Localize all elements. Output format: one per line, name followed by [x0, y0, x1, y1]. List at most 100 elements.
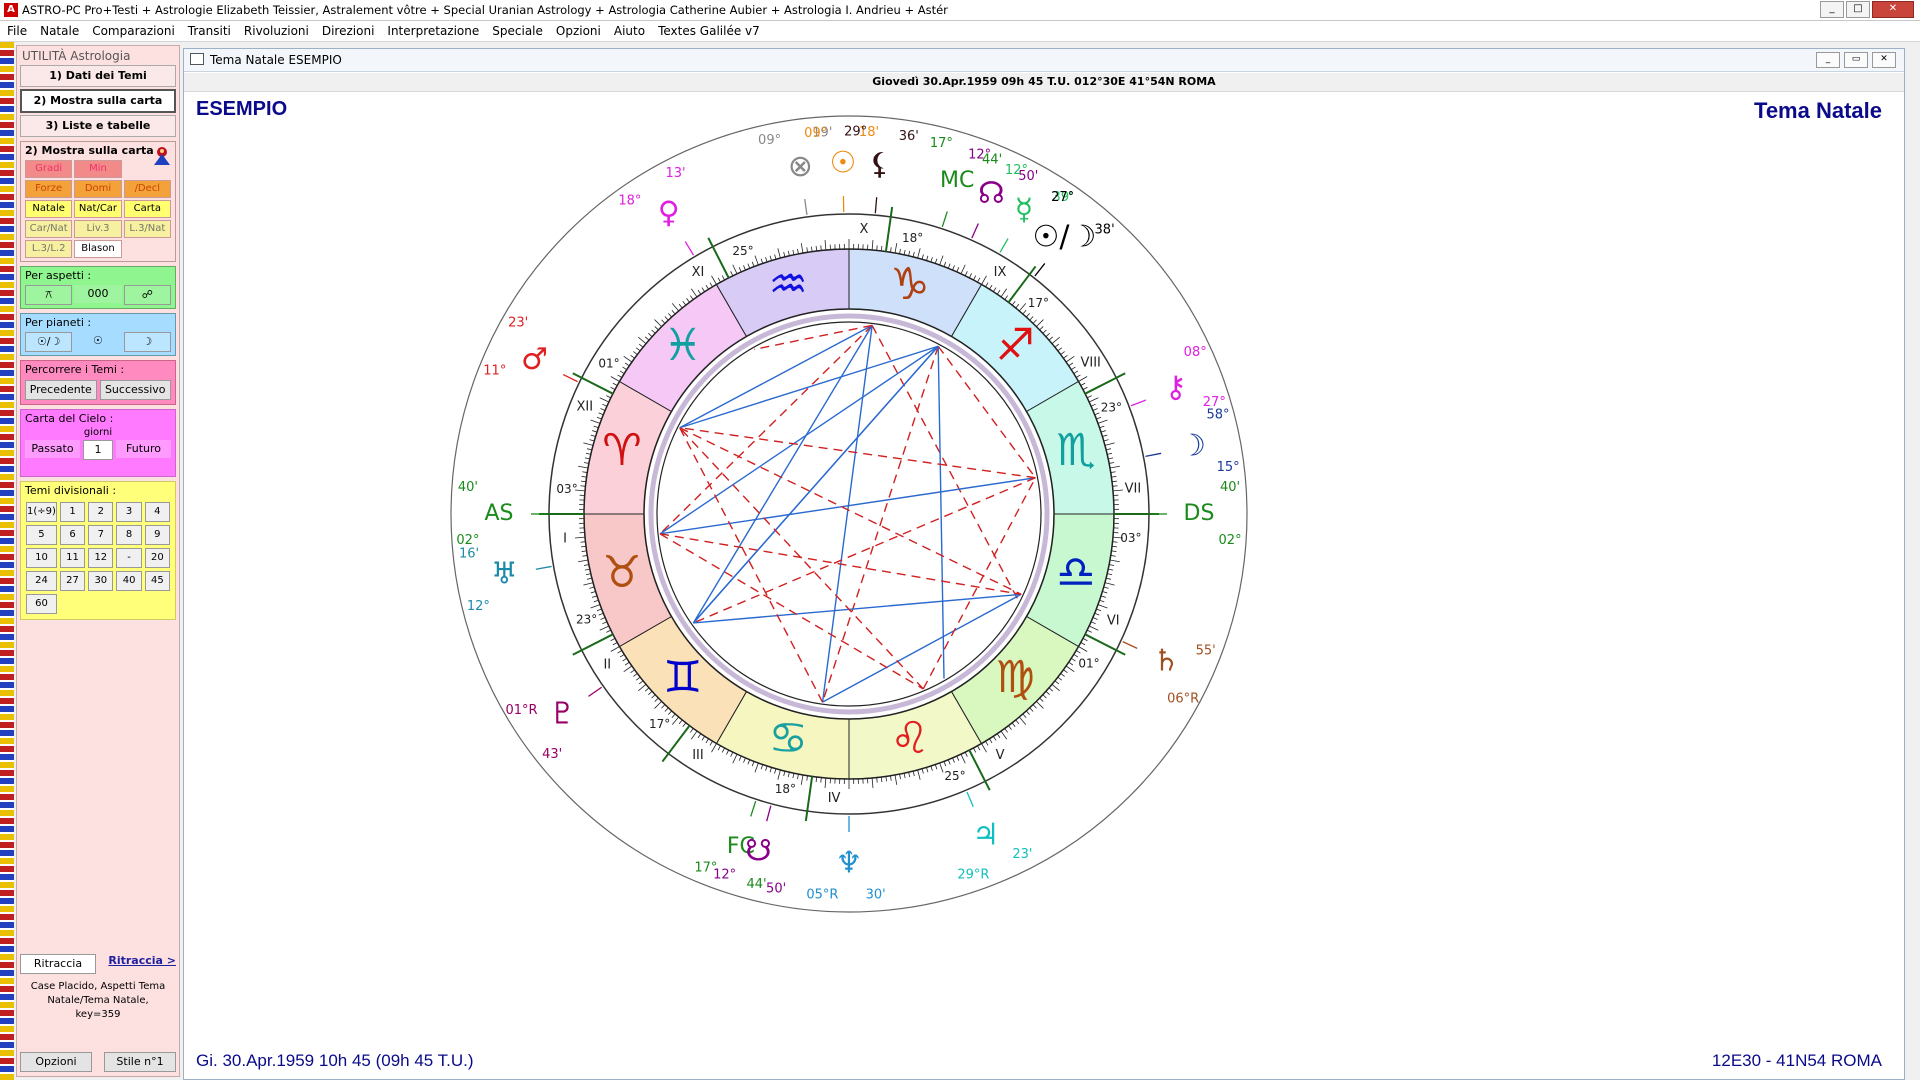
planet-pointer: [966, 791, 974, 807]
planet-sun-moon-button[interactable]: ☉/☽: [25, 332, 73, 352]
chart-restore-button[interactable]: ▭: [1844, 52, 1868, 68]
divisional-button[interactable]: 1: [59, 502, 86, 522]
planet-glyph: ♀: [658, 195, 680, 230]
close-button[interactable]: ✕: [1872, 1, 1914, 18]
show-option-button[interactable]: Natale: [25, 200, 73, 218]
menu-textes-galilee[interactable]: Textes Galilée v7: [658, 24, 760, 38]
planet-glyph: DS: [1184, 501, 1215, 526]
divisional-button[interactable]: 7: [88, 525, 114, 545]
show-option-button[interactable]: Forze: [25, 180, 73, 198]
show-option-button[interactable]: L.3/L.2: [25, 240, 73, 258]
nav-dati-temi[interactable]: 1) Dati dei Temi: [20, 65, 176, 87]
menu-opzioni[interactable]: Opzioni: [556, 24, 601, 38]
nav-mostra-carta[interactable]: 2) Mostra sulla carta: [20, 89, 176, 113]
chart-minimize-button[interactable]: _: [1816, 52, 1840, 68]
menu-rivoluzioni[interactable]: Rivoluzioni: [244, 24, 309, 38]
aspect-none-button[interactable]: 000: [74, 285, 122, 303]
menu-natale[interactable]: Natale: [40, 24, 79, 38]
divisional-button[interactable]: 1(÷9): [26, 502, 57, 522]
menu-transiti[interactable]: Transiti: [188, 24, 231, 38]
show-option-button[interactable]: Domi: [74, 180, 122, 198]
menu-aiuto[interactable]: Aiuto: [614, 24, 645, 38]
color-strip: [0, 42, 14, 1080]
retrace-button[interactable]: Ritraccia: [20, 954, 96, 974]
house-number: VII: [1125, 482, 1142, 497]
divisional-button[interactable]: 2: [88, 502, 114, 522]
chart-canvas: ESEMPIO Tema Natale Gi. 30.Apr.1959 10h …: [184, 92, 1904, 1079]
divisional-button[interactable]: 3: [116, 502, 142, 522]
divisional-button[interactable]: 20: [144, 548, 170, 568]
menu-interpretazione[interactable]: Interpretazione: [387, 24, 479, 38]
window-titlebar: A ASTRO-PC Pro+Testi + Astrologie Elizab…: [0, 0, 1920, 21]
divisional-button[interactable]: 11: [59, 548, 86, 568]
sky-unit: giorni: [83, 427, 113, 438]
divisional-button[interactable]: 60: [26, 594, 57, 614]
planet-degree: 23': [1012, 847, 1032, 862]
divisional-button[interactable]: 12: [88, 548, 114, 568]
divisional-button[interactable]: 45: [144, 571, 170, 591]
divisional-button[interactable]: 4: [144, 502, 170, 522]
planet-glyph: ☽: [1179, 429, 1206, 464]
planet-degree: 30': [866, 888, 886, 903]
show-option-button[interactable]: Carta: [123, 200, 171, 218]
divisional-button[interactable]: 30: [88, 571, 114, 591]
divisional-button[interactable]: 6: [59, 525, 86, 545]
chart-close-button[interactable]: ✕: [1872, 52, 1896, 68]
future-button[interactable]: Futuro: [116, 440, 171, 458]
divisional-button[interactable]: 5: [26, 525, 57, 545]
divisional-button[interactable]: 9: [144, 525, 170, 545]
show-option-button[interactable]: Nat/Car: [74, 200, 122, 218]
options-button[interactable]: Opzioni: [20, 1052, 92, 1072]
nav-liste-tabelle[interactable]: 3) Liste e tabelle: [20, 115, 176, 137]
show-option-button[interactable]: Car/Nat: [25, 220, 73, 238]
planet-degree: 09°: [758, 133, 781, 148]
planet-glyph: ♆: [836, 846, 863, 881]
planet-sun-button[interactable]: ☉: [74, 332, 122, 350]
style-button[interactable]: Stile n°1: [104, 1052, 176, 1072]
divisional-button[interactable]: 10: [26, 548, 57, 568]
house-number: X: [859, 222, 868, 237]
divisional-button[interactable]: 27: [59, 571, 86, 591]
planet-pointer: [1122, 641, 1138, 649]
show-option-button[interactable]: Blason: [74, 240, 122, 258]
minimize-button[interactable]: _: [1820, 1, 1844, 18]
aspect-trine-button[interactable]: ⚻: [25, 285, 73, 305]
retrace-link[interactable]: Ritraccia >: [108, 954, 176, 974]
next-chart-button[interactable]: Successivo: [99, 380, 171, 400]
planet-glyph: ☉/☽: [1033, 220, 1097, 255]
sign-glyph: ♍: [995, 652, 1034, 703]
past-button[interactable]: Passato: [25, 440, 80, 458]
planet-degree: 55': [1196, 643, 1216, 658]
degree-tick: [1112, 541, 1118, 543]
divisional-group: Temi divisionali : 1(÷9) 1 2 3 4 5 6 7 8 9 10 11 12-…: [20, 481, 176, 620]
aspect-opposition-button[interactable]: ☍: [123, 285, 171, 305]
show-option-button[interactable]: Liv.3: [74, 220, 122, 238]
previous-chart-button[interactable]: Precedente: [25, 380, 97, 400]
planet-glyph: ♄: [1153, 643, 1180, 678]
divisional-button[interactable]: 8: [116, 525, 142, 545]
divisional-button[interactable]: 24: [26, 571, 57, 591]
show-option-button[interactable]: Gradi: [25, 160, 73, 178]
planet-moon-button[interactable]: ☽: [123, 332, 171, 352]
house-number: XII: [576, 400, 593, 415]
degree-tick: [580, 485, 586, 487]
menu-direzioni[interactable]: Direzioni: [322, 24, 375, 38]
menu-file[interactable]: File: [7, 24, 27, 38]
show-option-button[interactable]: /Decl: [123, 180, 171, 198]
divisional-button[interactable]: 40: [116, 571, 142, 591]
days-input[interactable]: 1: [83, 440, 113, 460]
sign-glyph: ♑: [890, 259, 929, 310]
show-option-button[interactable]: Min: [74, 160, 122, 178]
maximize-button[interactable]: □: [1846, 1, 1870, 18]
menu-comparazioni[interactable]: Comparazioni: [92, 24, 175, 38]
divisional-button[interactable]: -: [116, 548, 142, 568]
sign-glyph: ♎: [1056, 547, 1095, 598]
house-number: VIII: [1080, 355, 1100, 370]
planet-degree: 12°: [1005, 163, 1028, 178]
panel-heading: UTILITÀ Astrologia: [22, 49, 131, 63]
house-degree: 17°: [649, 717, 670, 731]
menu-speciale[interactable]: Speciale: [492, 24, 543, 38]
chart-window-titlebar: Tema Natale ESEMPIO _ ▭ ✕: [184, 49, 1904, 72]
app-icon: A: [4, 3, 18, 17]
show-option-button[interactable]: L.3/Nat: [123, 220, 171, 238]
